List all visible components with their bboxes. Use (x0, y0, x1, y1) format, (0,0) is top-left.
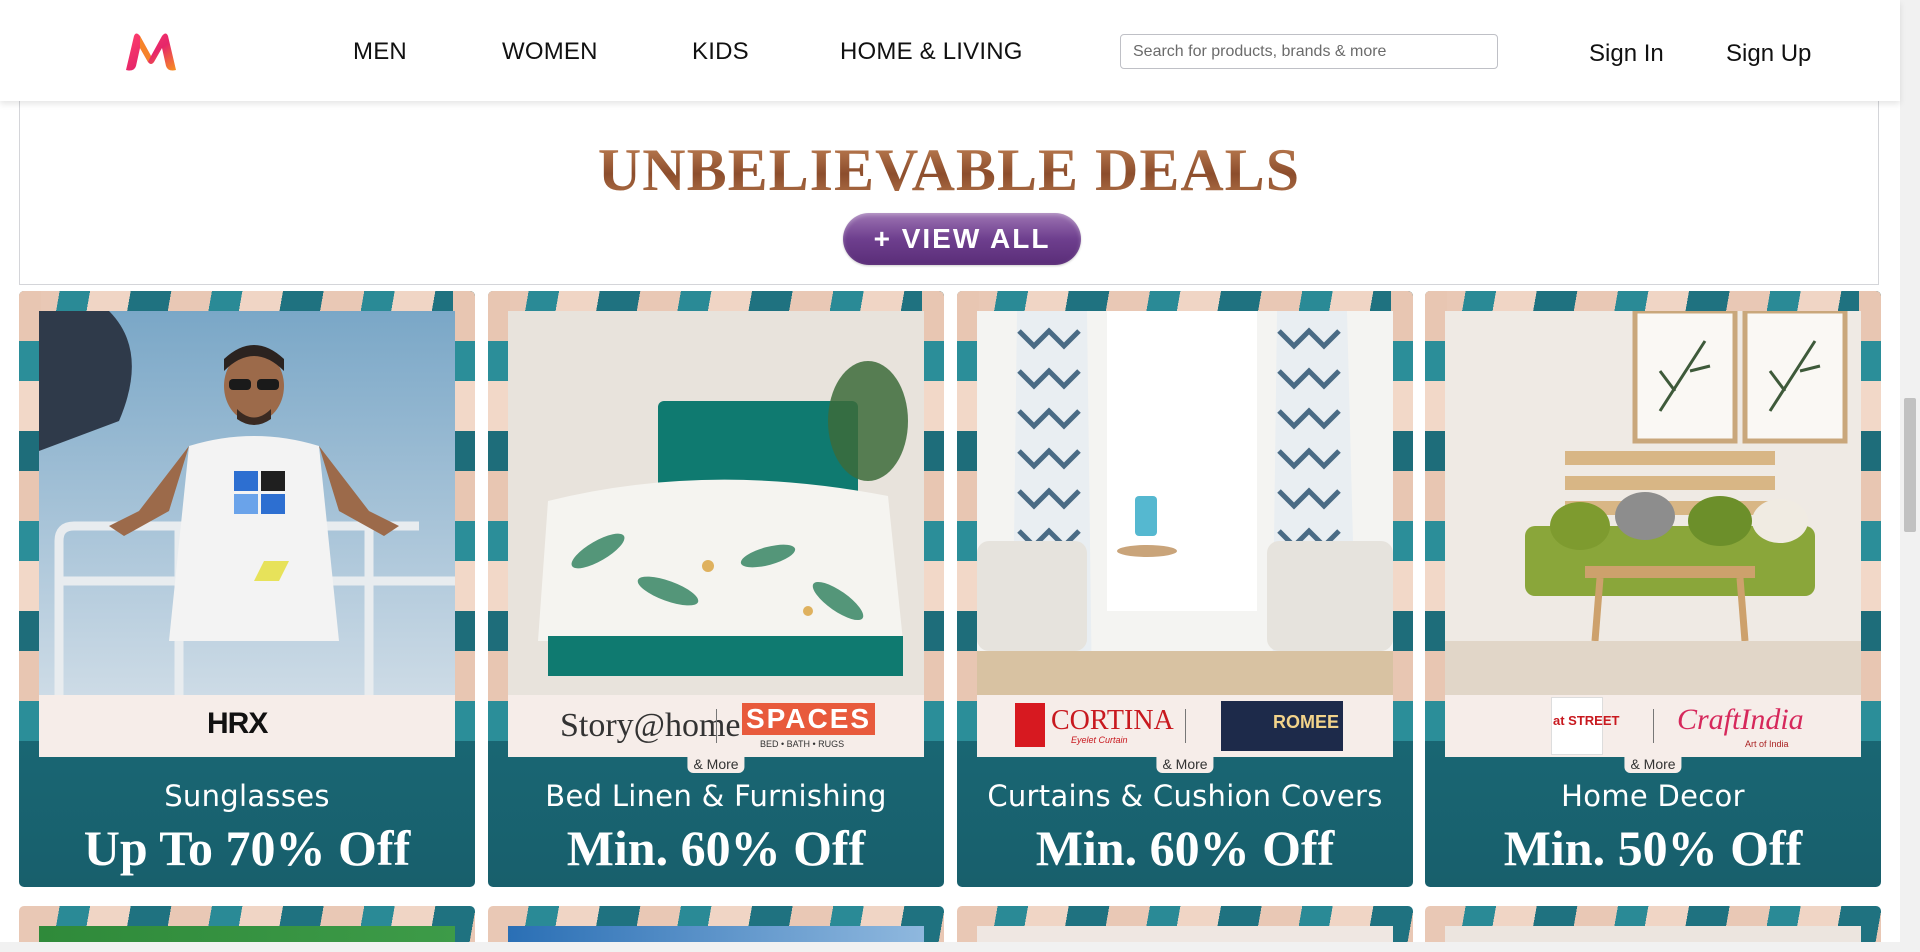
living-room-curtains-photo (977, 311, 1393, 695)
more-brands-label: & More (1624, 755, 1682, 773)
search-input[interactable] (1120, 34, 1498, 69)
card-border-decoration (957, 291, 979, 741)
card-border-decoration (488, 291, 510, 741)
top-header: MEN WOMEN KIDS HOME & LIVING Sign In Sig… (0, 0, 1900, 101)
card-border-decoration (1391, 291, 1413, 741)
brand-logo-story: Story@home (560, 707, 741, 744)
sign-up-link[interactable]: Sign Up (1726, 40, 1811, 68)
card-offer: Min. 60% Off (566, 820, 866, 876)
deal-card-home-decor[interactable]: at STREET CraftIndia Art of India & More… (1425, 291, 1881, 887)
card-category: Sunglasses (164, 779, 330, 813)
cortina-mark-icon (1015, 703, 1045, 747)
nav-men[interactable]: MEN (353, 38, 407, 66)
vertical-scrollbar[interactable] (1900, 0, 1920, 952)
deal-card-sunglasses[interactable]: HRX Sunglasses Up To 70% Off (19, 291, 475, 887)
brand-logo-bar: Story@home SPACES BED • BATH • RUGS (508, 695, 924, 757)
card-border-decoration (1425, 291, 1447, 741)
nav-kids[interactable]: KIDS (692, 38, 749, 66)
deals-banner: UNBELIEVABLE DEALS + VIEW ALL (19, 101, 1879, 285)
card-border-decoration (957, 291, 1413, 313)
nav-home-living[interactable]: HOME & LIVING (840, 38, 1023, 66)
card-border-decoration (922, 291, 944, 741)
brand-separator (716, 709, 717, 743)
horizontal-scrollbar[interactable] (0, 942, 1900, 952)
deal-card-bed-linen[interactable]: Story@home SPACES BED • BATH • RUGS & Mo… (488, 291, 944, 887)
card-border-decoration (1425, 291, 1881, 313)
deal-card-curtains[interactable]: CORTINA Eyelet Curtain ROMEE & More Curt… (957, 291, 1413, 887)
card-border-decoration (488, 291, 944, 313)
brand-logo-bar: at STREET CraftIndia Art of India (1445, 695, 1861, 757)
model-sunglasses-photo (39, 311, 455, 695)
brand-logo-spaces: SPACES (742, 703, 876, 735)
card-border-decoration (19, 291, 41, 741)
card-border-decoration (1859, 291, 1881, 741)
more-brands-label: & More (687, 755, 745, 773)
sign-in-link[interactable]: Sign In (1589, 40, 1664, 68)
deals-title: UNBELIEVABLE DEALS (20, 136, 1878, 205)
brand-logo-bar: CORTINA Eyelet Curtain ROMEE (977, 695, 1393, 757)
brand-logo-cortina-sub: Eyelet Curtain (1071, 735, 1128, 745)
nav-women[interactable]: WOMEN (502, 38, 598, 66)
myntra-logo-icon[interactable] (124, 32, 178, 72)
brand-logo-craftindia-sub: Art of India (1745, 739, 1789, 749)
card-category: Curtains & Cushion Covers (987, 779, 1383, 813)
card-border-decoration (19, 291, 475, 313)
bedroom-photo (508, 311, 924, 695)
brand-logo-at-street: at STREET (1553, 713, 1620, 728)
brand-separator (1653, 709, 1654, 743)
brand-logo-romee: ROMEE (1273, 712, 1340, 732)
card-border-decoration (453, 291, 475, 741)
card-offer: Min. 60% Off (1035, 820, 1335, 876)
card-offer: Up To 70% Off (83, 820, 411, 876)
scrollbar-thumb[interactable] (1904, 398, 1916, 532)
sofa-decor-photo (1445, 311, 1861, 695)
view-all-button[interactable]: + VIEW ALL (843, 213, 1081, 265)
brand-logo-bar: HRX (39, 695, 455, 757)
card-offer: Min. 50% Off (1503, 820, 1803, 876)
brand-logo-cortina: CORTINA (1051, 705, 1174, 736)
brand-logo-craftindia: CraftIndia (1677, 703, 1804, 736)
card-category: Bed Linen & Furnishing (545, 779, 887, 813)
brand-separator (1185, 709, 1186, 743)
brand-logo-hrx: HRX (207, 707, 268, 740)
card-category: Home Decor (1561, 779, 1745, 813)
more-brands-label: & More (1156, 755, 1214, 773)
brand-logo-spaces-sub: BED • BATH • RUGS (760, 739, 845, 749)
